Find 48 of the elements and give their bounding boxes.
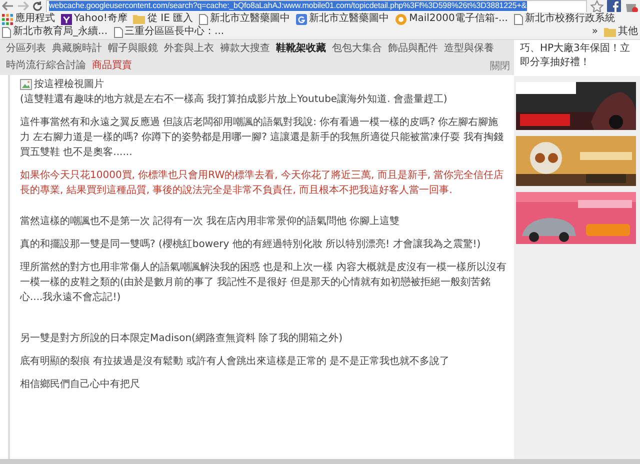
back-icon[interactable] [2, 1, 14, 11]
nav-tab[interactable]: 帽子與眼鏡 [108, 43, 158, 55]
paragraph: 這件事當然有和永遠之翼反應過 但該店老闆卻用嘲諷的語氣對我說: 你有看過一模一樣的皮嗎? 你左腳右腳施力 左右腳力道是一樣的嗎? 你蹲下的姿勢都是用哪一腳? 這讓還是新手的我無所適從只能被當凍仔耍 我有掏錢買五雙鞋 也不是奧客...... [20, 116, 504, 160]
close-link[interactable]: 關閉 [490, 59, 510, 73]
paragraph: (這雙鞋還有趣味的地方就是左右不一樣高 我打算拍成影片放上Youtube讓海外知道. 會盡量趕工) [20, 92, 448, 107]
facebook-icon[interactable] [607, 0, 621, 12]
paragraph: 理所當然的對方也用非常傷人的語氣嘲諷解決我的困惑 也是和上次一樣 內容大概就是皮沒有一模一樣所以沒有一模一樣的皮鞋之類的(由於是數月前的事了 我記性不是很好 但是那天的心情就有如初戀被拒絕一般刻苦銘心....我永遠不會忘記!) [20, 260, 508, 305]
paragraph: 另一雙是對方所說的日本限定Madison(網路查無資料 除了我的開箱之外) [20, 332, 344, 346]
mail-icon [395, 14, 408, 24]
bookmark-label: 從 IE 匯入 [147, 13, 194, 25]
paragraph: 真的和擺設那一雙是同一雙嗎? (櫻桃紅bowery 他的有經過特別化妝 所以特別漂亮! 才會讓我為之震驚!) [20, 238, 482, 252]
apps-grid-icon [2, 14, 13, 24]
bookmark[interactable]: 從 IE 匯入 [133, 13, 194, 25]
nav-tab[interactable]: 造型與保養 [444, 43, 494, 55]
bookmark-label: 應用程式 [15, 13, 55, 25]
bookmark[interactable]: Yahoo!奇摩 [61, 13, 128, 25]
more-bookmarks-button[interactable]: » [592, 26, 598, 38]
promo-text[interactable]: 巧、HP大廠3年保固！立即分享抽好禮！ [514, 40, 640, 76]
page-icon [514, 14, 523, 24]
paragraph: 底有明顯的裂痕 有拉拔過是沒有鬆動 或許有人會跳出來這樣是正常的 是不是正常我也就不多說了 [20, 354, 451, 369]
page-icon [2, 26, 11, 38]
bookmark[interactable]: 應用程式 [2, 13, 55, 25]
reload-icon[interactable] [32, 0, 43, 12]
folder-icon [133, 14, 146, 24]
image-link[interactable]: 按這裡檢視圖片 [34, 77, 104, 92]
bookmark-label: 其他 [618, 26, 638, 38]
nav-tab[interactable]: 商品買賣 [92, 60, 132, 72]
nav-tab[interactable]: 時尚流行綜合討論 [6, 60, 86, 72]
paragraph: 相信鄉民們自己心中有把尺 [20, 378, 141, 392]
scrollbar[interactable] [0, 459, 640, 464]
nav-tab[interactable]: 褲款大搜查 [220, 43, 270, 55]
star-icon[interactable] [590, 0, 604, 12]
page-icon [114, 26, 123, 38]
yahoo-icon [61, 14, 72, 24]
paragraph: 如果你今天只花10000買, 你標準也只會用RW的標準去看, 今天你花了將近三萬, 而且是新手, 當你完全信任店長的專業, 結果買到這種品質, 事後的說法完全是非常不負責任, 而且根本不把我這好客人當一回事. [20, 168, 505, 198]
nav-tab[interactable]: 包包大集合 [332, 43, 382, 55]
google-icon [296, 14, 308, 24]
nav-tab[interactable]: 飾品與配件 [388, 43, 438, 55]
broken-image-icon [20, 79, 32, 90]
paragraph: 當然這樣的嘲諷也不是第一次 記得有一次 我在店內用非常景仰的語氣問他 你腳上這雙 [20, 214, 401, 229]
nav-tab[interactable]: 外套與上衣 [164, 43, 214, 55]
nav-tab[interactable]: 分區列表 [6, 43, 46, 55]
nav-tab[interactable]: 典藏腕時計 [52, 43, 102, 55]
bookmark-label: Yahoo!奇摩 [74, 13, 128, 25]
page-icon [199, 14, 208, 24]
folder-icon [604, 27, 616, 37]
bookmark[interactable]: 其他 [604, 26, 638, 38]
nav-tab[interactable]: 鞋靴架收藏 [276, 43, 326, 55]
